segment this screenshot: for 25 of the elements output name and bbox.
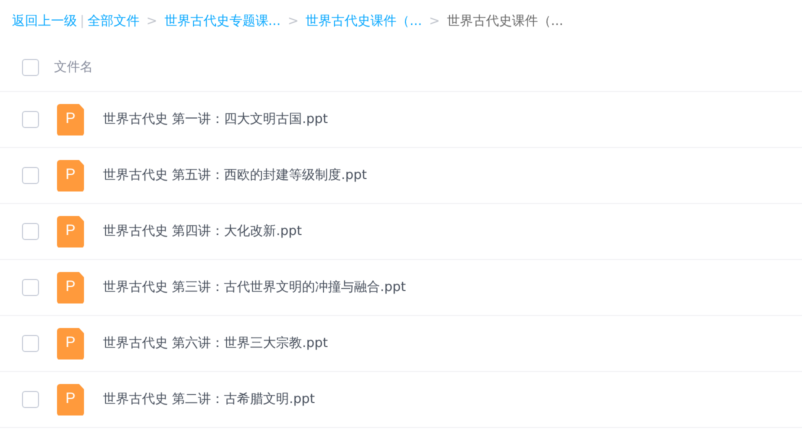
checkbox[interactable] [22, 223, 39, 240]
column-header: 文件名 [54, 58, 93, 77]
ppt-file-icon: P [57, 328, 84, 360]
ppt-file-icon: P [57, 384, 84, 416]
ppt-file-icon: P [57, 216, 84, 248]
file-name[interactable]: 世界古代史 第二讲：古希腊文明.ppt [103, 390, 315, 410]
file-name[interactable]: 世界古代史 第四讲：大化改新.ppt [103, 222, 302, 242]
breadcrumb-separator: | [80, 13, 84, 32]
ppt-file-icon: P [57, 272, 84, 304]
checkbox[interactable] [22, 279, 39, 296]
breadcrumb-current: 世界古代史课件（... [446, 13, 564, 32]
file-name[interactable]: 世界古代史 第三讲：古代世界文明的冲撞与融合.ppt [103, 278, 406, 298]
checkbox[interactable] [22, 111, 39, 128]
breadcrumb-separator: > [288, 13, 299, 32]
file-name[interactable]: 世界古代史 第一讲：四大文明古国.ppt [103, 110, 328, 130]
checkbox[interactable] [22, 59, 39, 76]
checkbox[interactable] [22, 335, 39, 352]
checkbox[interactable] [22, 167, 39, 184]
breadcrumb-separator: > [146, 13, 158, 32]
file-name[interactable]: 世界古代史 第六讲：世界三大宗教.ppt [103, 334, 328, 354]
file-name[interactable]: 世界古代史 第五讲：西欧的封建等级制度.ppt [103, 166, 367, 186]
breadcrumb-separator: > [429, 13, 440, 32]
ppt-file-icon: P [57, 160, 84, 192]
checkbox[interactable] [22, 391, 39, 408]
ppt-file-icon: P [57, 104, 84, 136]
